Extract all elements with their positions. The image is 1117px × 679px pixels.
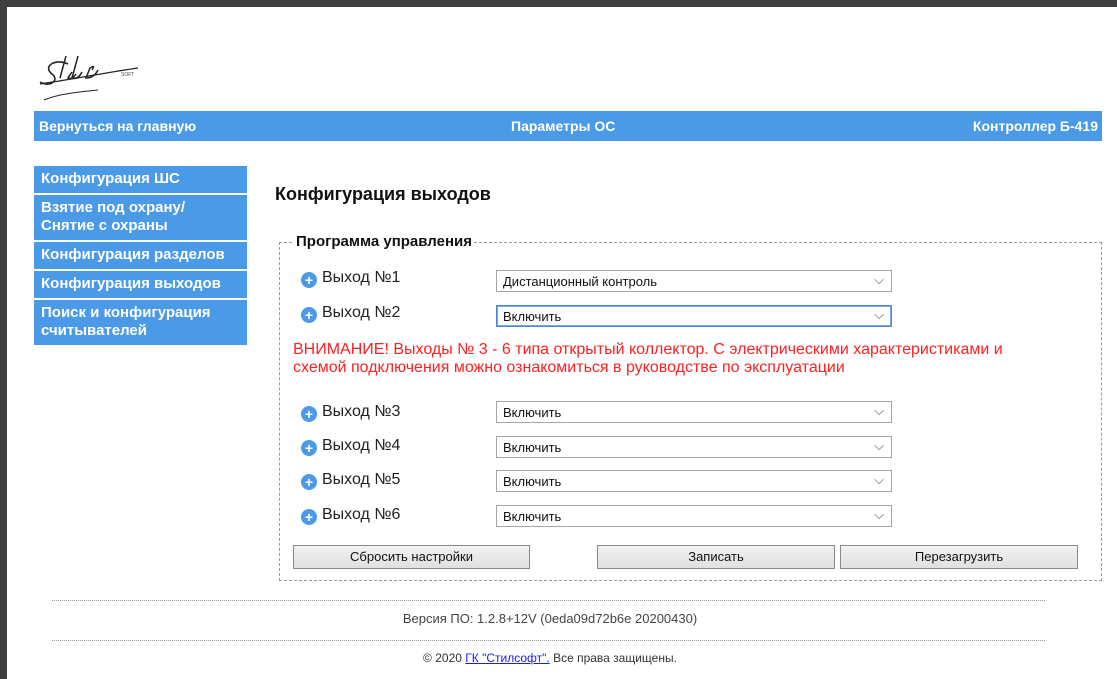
output-1-select[interactable]: Дистанционный контроль ⌵ — [496, 270, 892, 292]
select-value: Включить — [503, 440, 562, 455]
chevron-down-icon: ⌵ — [874, 507, 884, 522]
sidebar-item-zone-config[interactable]: Конфигурация ШС — [34, 166, 247, 193]
output-label: Выход №3 — [322, 403, 401, 420]
copyright-suffix: Все права защищены. — [549, 651, 677, 665]
expand-plus-icon[interactable]: + — [301, 406, 317, 422]
select-value: Дистанционный контроль — [503, 274, 658, 289]
sidebar-item-readers-config[interactable]: Поиск и конфигурация считывателей — [34, 300, 247, 345]
expand-plus-icon[interactable]: + — [301, 474, 317, 490]
expand-plus-icon[interactable]: + — [301, 307, 317, 323]
expand-plus-icon[interactable]: + — [301, 272, 317, 288]
output-label: Выход №5 — [322, 471, 401, 488]
fieldset-legend: Программа управления — [294, 233, 475, 250]
output-2-select[interactable]: Включить ⌵ — [496, 305, 892, 327]
reset-settings-button[interactable]: Сбросить настройки — [293, 545, 530, 569]
top-navigation-bar: Вернуться на главную Параметры ОС Контро… — [34, 111, 1102, 141]
select-value: Включить — [503, 405, 562, 420]
select-value: Включить — [503, 474, 562, 489]
chevron-down-icon: ⌵ — [874, 403, 884, 418]
chevron-down-icon: ⌵ — [874, 272, 884, 287]
chevron-down-icon: ⌵ — [874, 307, 884, 322]
write-button[interactable]: Записать — [597, 545, 835, 569]
chevron-down-icon: ⌵ — [874, 472, 884, 487]
output-label: Выход №1 — [322, 269, 401, 286]
logo-text: SOFT — [121, 72, 134, 78]
sidebar-menu: Конфигурация ШС Взятие под охрану/ Сняти… — [34, 166, 247, 347]
window-frame-left — [0, 0, 7, 679]
device-name: Контроллер Б-419 — [972, 118, 1098, 134]
output-label: Выход №2 — [322, 304, 401, 321]
sidebar-item-arm-disarm[interactable]: Взятие под охрану/ Снятие с охраны — [34, 195, 247, 240]
page-section-title: Параметры ОС — [511, 118, 616, 134]
stilsoft-logo: SOFT — [38, 44, 178, 102]
output-3-select[interactable]: Включить ⌵ — [496, 401, 892, 423]
chevron-down-icon: ⌵ — [874, 438, 884, 453]
footer-divider — [52, 640, 1045, 641]
output-5-select[interactable]: Включить ⌵ — [496, 470, 892, 492]
firmware-version: Версия ПО: 1.2.8+12V (0eda09d72b6e 20200… — [402, 611, 698, 626]
page-title: Конфигурация выходов — [275, 184, 491, 204]
sidebar-item-outputs-config[interactable]: Конфигурация выходов — [34, 271, 247, 298]
reboot-button[interactable]: Перезагрузить — [840, 545, 1078, 569]
select-value: Включить — [503, 509, 562, 524]
select-value: Включить — [503, 309, 562, 324]
output-4-select[interactable]: Включить ⌵ — [496, 436, 892, 458]
window-frame-top — [0, 0, 1117, 7]
warning-message: ВНИМАНИЕ! Выходы № 3 - 6 типа открытый к… — [293, 341, 1003, 376]
copyright-prefix: © 2020 — [423, 651, 466, 665]
expand-plus-icon[interactable]: + — [301, 440, 317, 456]
output-label: Выход №6 — [322, 506, 401, 523]
output-label: Выход №4 — [322, 437, 401, 454]
copyright: © 2020 ГК "Стилсофт". Все права защищены… — [0, 651, 1100, 665]
sidebar-item-partitions-config[interactable]: Конфигурация разделов — [34, 242, 247, 269]
footer-divider — [52, 600, 1045, 601]
company-link[interactable]: ГК "Стилсофт". — [465, 651, 549, 665]
expand-plus-icon[interactable]: + — [301, 509, 317, 525]
back-to-main-link[interactable]: Вернуться на главную — [39, 118, 196, 134]
output-6-select[interactable]: Включить ⌵ — [496, 505, 892, 527]
